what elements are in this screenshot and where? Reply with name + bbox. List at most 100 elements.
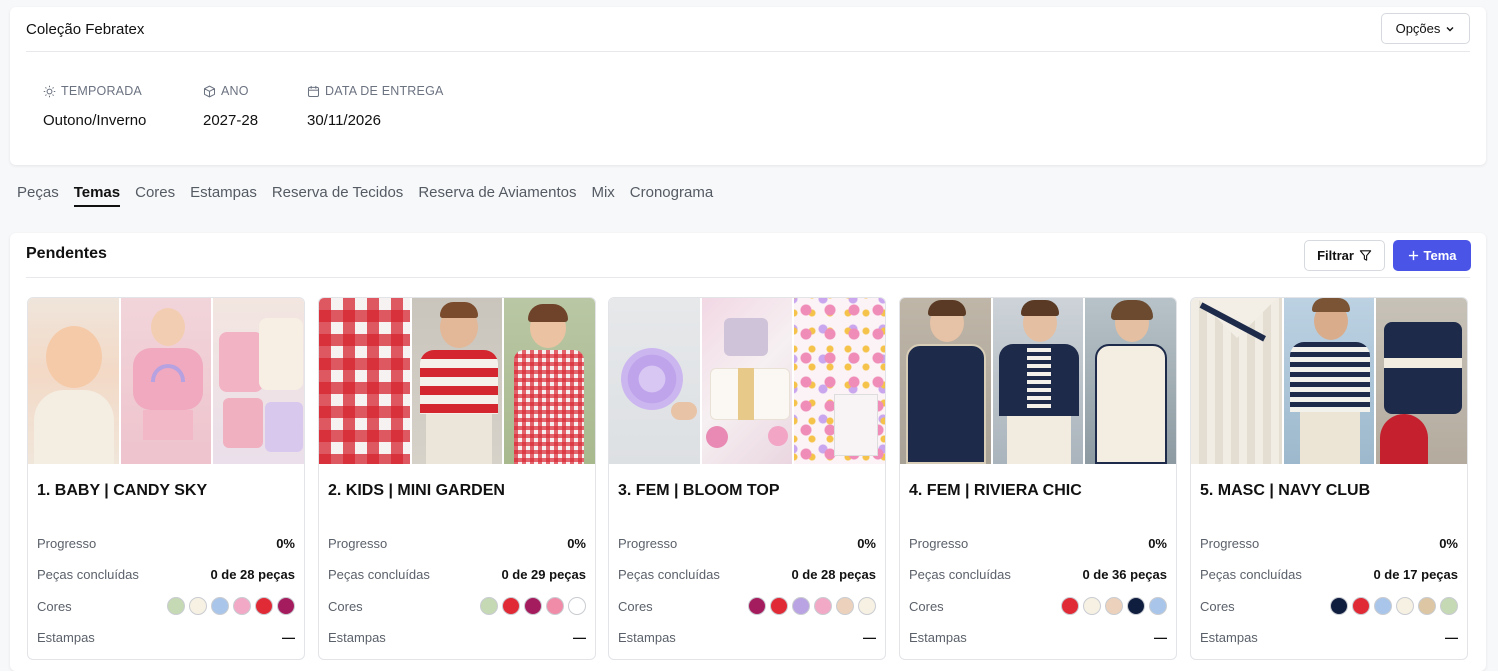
- progress-label: Progresso: [618, 536, 678, 551]
- colors-row: Cores: [618, 597, 876, 615]
- theme-moodboard: [319, 298, 595, 464]
- theme-moodboard: [900, 298, 1176, 464]
- photo-man-striped-shirt: [1283, 298, 1375, 464]
- prints-value: —: [282, 630, 295, 645]
- add-theme-label: Tema: [1423, 248, 1457, 263]
- season-value: Outono/Inverno: [43, 112, 147, 129]
- prints-row: Estampas —: [618, 630, 876, 645]
- plus-icon: [1408, 250, 1418, 261]
- theme-title: 3. FEM | BLOOM TOP: [618, 482, 780, 499]
- tab-cores[interactable]: Cores: [135, 184, 175, 207]
- photo-gingham-fabric: [319, 298, 410, 464]
- add-theme-button[interactable]: Tema: [1393, 240, 1471, 271]
- colors-row: Cores: [328, 597, 586, 615]
- progress-value: 0%: [276, 536, 295, 551]
- delivery-field: DATA DE ENTREGA 30/11/2026: [307, 84, 444, 129]
- prints-value: —: [573, 630, 586, 645]
- theme-card[interactable]: 4. FEM | RIVIERA CHIC Progresso 0% Peças …: [899, 297, 1177, 660]
- theme-card[interactable]: 2. KIDS | MINI GARDEN Progresso 0% Peças …: [318, 297, 596, 660]
- color-swatch: [858, 597, 876, 615]
- progress-value: 0%: [1148, 536, 1167, 551]
- color-swatch: [1396, 597, 1414, 615]
- progress-row: Progresso 0%: [37, 536, 295, 551]
- progress-label: Progresso: [37, 536, 97, 551]
- year-field: ANO 2027-28: [203, 84, 258, 129]
- tab-cronograma[interactable]: Cronograma: [630, 184, 713, 207]
- color-swatch: [814, 597, 832, 615]
- color-swatches: [1061, 597, 1167, 615]
- color-swatch: [748, 597, 766, 615]
- prints-label: Estampas: [909, 630, 967, 645]
- prints-label: Estampas: [328, 630, 386, 645]
- color-swatch: [770, 597, 788, 615]
- tab-pecas[interactable]: Peças: [17, 184, 59, 207]
- color-swatches: [167, 597, 295, 615]
- tab-estampas[interactable]: Estampas: [190, 184, 257, 207]
- photo-baby: [28, 298, 119, 464]
- prints-row: Estampas —: [328, 630, 586, 645]
- color-swatch: [211, 597, 229, 615]
- color-swatch: [255, 597, 273, 615]
- colors-label: Cores: [618, 598, 653, 614]
- prints-row: Estampas —: [1200, 630, 1458, 645]
- delivery-value: 30/11/2026: [307, 112, 381, 129]
- filter-button[interactable]: Filtrar: [1304, 240, 1385, 271]
- section-title: Pendentes: [26, 245, 107, 262]
- colors-label: Cores: [909, 598, 944, 614]
- color-swatch: [277, 597, 295, 615]
- prints-row: Estampas —: [909, 630, 1167, 645]
- prints-label: Estampas: [1200, 630, 1258, 645]
- progress-label: Progresso: [1200, 536, 1260, 551]
- chevron-down-icon: [1446, 26, 1454, 31]
- pieces-label: Peças concluídas: [37, 567, 139, 582]
- color-swatch: [1105, 597, 1123, 615]
- photo-pink-clothing-flatlay: [213, 298, 304, 464]
- color-swatches: [748, 597, 876, 615]
- prints-label: Estampas: [618, 630, 676, 645]
- pieces-row: Peças concluídas 0 de 28 peças: [618, 567, 876, 582]
- options-button[interactable]: Opções: [1381, 13, 1470, 44]
- photo-toddler-rainbow-hoodie: [120, 298, 212, 464]
- color-swatch: [189, 597, 207, 615]
- color-swatch: [1083, 597, 1101, 615]
- pieces-label: Peças concluídas: [618, 567, 720, 582]
- color-swatch: [546, 597, 564, 615]
- pieces-row: Peças concluídas 0 de 17 peças: [1200, 567, 1458, 582]
- tab-reserva-aviamentos[interactable]: Reserva de Aviamentos: [418, 184, 576, 207]
- collection-tabs: Peças Temas Cores Estampas Reserva de Te…: [17, 184, 713, 207]
- theme-card[interactable]: 1. BABY | CANDY SKY Progresso 0% Peças co…: [27, 297, 305, 660]
- cube-icon: [203, 85, 216, 97]
- color-swatch: [568, 597, 586, 615]
- progress-row: Progresso 0%: [328, 536, 586, 551]
- theme-title: 5. MASC | NAVY CLUB: [1200, 482, 1371, 499]
- photo-girl-gingham-dress: [504, 298, 595, 464]
- color-swatch: [1149, 597, 1167, 615]
- progress-label: Progresso: [328, 536, 388, 551]
- collection-header-card: Coleção Febratex Opções TEMPORADA Outono…: [10, 7, 1486, 165]
- color-swatch: [1127, 597, 1145, 615]
- theme-card[interactable]: 5. MASC | NAVY CLUB Progresso 0% Peças co…: [1190, 297, 1468, 660]
- color-swatches: [1330, 597, 1458, 615]
- prints-row: Estampas —: [37, 630, 295, 645]
- theme-title: 4. FEM | RIVIERA CHIC: [909, 482, 1082, 499]
- theme-card[interactable]: 3. FEM | BLOOM TOP Progresso 0% Peças con…: [608, 297, 886, 660]
- colors-label: Cores: [1200, 598, 1235, 614]
- tab-reserva-tecidos[interactable]: Reserva de Tecidos: [272, 184, 403, 207]
- season-field: TEMPORADA Outono/Inverno: [43, 84, 146, 129]
- pieces-row: Peças concluídas 0 de 28 peças: [37, 567, 295, 582]
- photo-chanel-bag-flatlay: [701, 298, 793, 464]
- options-label: Opções: [1395, 21, 1441, 36]
- theme-moodboard: [1191, 298, 1467, 464]
- tab-temas[interactable]: Temas: [73, 184, 121, 207]
- color-swatch: [524, 597, 542, 615]
- themes-section: Pendentes Filtrar Tema 1. BABY | CANDY S…: [10, 233, 1486, 671]
- prints-value: —: [1154, 630, 1167, 645]
- color-swatch: [1061, 597, 1079, 615]
- color-swatch: [792, 597, 810, 615]
- progress-value: 0%: [1439, 536, 1458, 551]
- header-divider: [26, 51, 1470, 52]
- tab-mix[interactable]: Mix: [591, 184, 614, 207]
- progress-row: Progresso 0%: [618, 536, 876, 551]
- color-swatch: [1352, 597, 1370, 615]
- color-swatches: [480, 597, 586, 615]
